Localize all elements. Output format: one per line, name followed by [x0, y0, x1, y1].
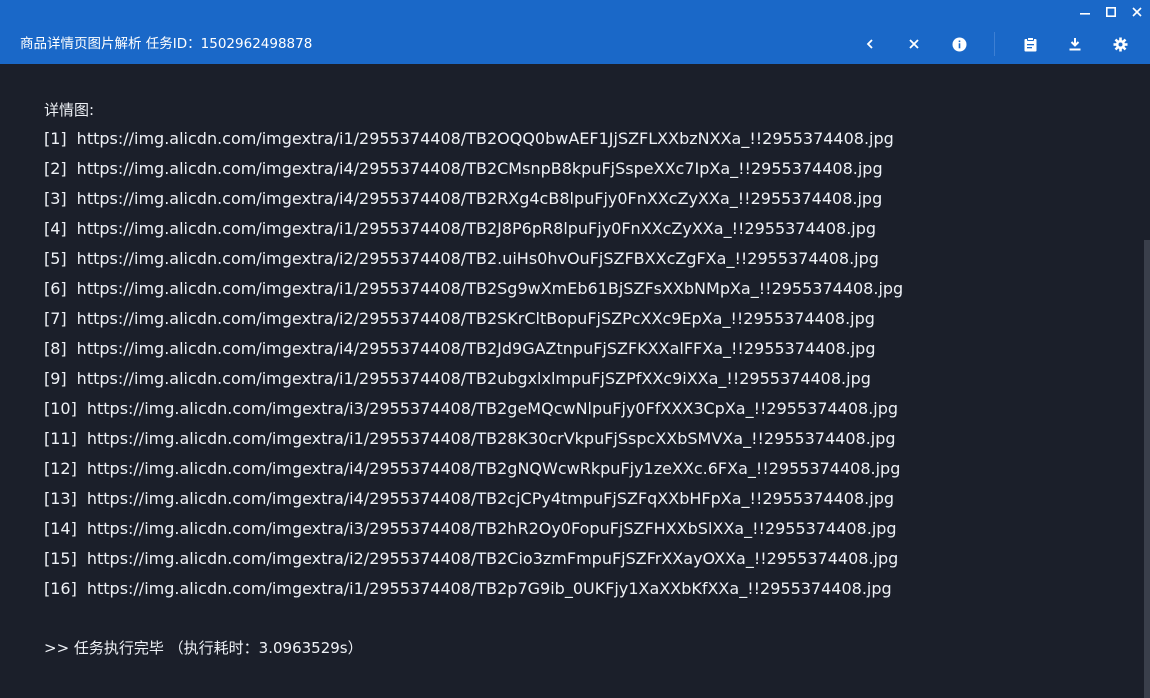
url-list-item: [16] https://img.alicdn.com/imgextra/i1/2…	[44, 574, 1130, 604]
image-url-link[interactable]: https://img.alicdn.com/imgextra/i4/29553…	[87, 454, 901, 484]
minimize-icon[interactable]	[1072, 0, 1098, 24]
window-close-icon[interactable]	[1124, 0, 1150, 24]
url-index: [13]	[44, 489, 77, 508]
url-index: [15]	[44, 549, 77, 568]
url-list-item: [9] https://img.alicdn.com/imgextra/i1/29…	[44, 364, 1130, 394]
url-list-item: [3] https://img.alicdn.com/imgextra/i4/29…	[44, 184, 1130, 214]
url-list-item: [6] https://img.alicdn.com/imgextra/i1/29…	[44, 274, 1130, 304]
window-title: 商品详情页图片解析 任务ID：1502962498878	[20, 36, 313, 52]
image-url-link[interactable]: https://img.alicdn.com/imgextra/i1/29553…	[87, 424, 896, 454]
url-index: [11]	[44, 429, 77, 448]
download-icon[interactable]	[1064, 33, 1086, 55]
gear-icon[interactable]	[1109, 33, 1131, 55]
toolbar-divider	[994, 32, 995, 56]
chevron-left-icon[interactable]	[859, 33, 881, 55]
url-index: [16]	[44, 579, 77, 598]
url-list-item: [8] https://img.alicdn.com/imgextra/i4/29…	[44, 334, 1130, 364]
url-list-item: [2] https://img.alicdn.com/imgextra/i4/29…	[44, 154, 1130, 184]
title-bar: 商品详情页图片解析 任务ID：1502962498878	[0, 0, 1150, 64]
url-list-item: [12] https://img.alicdn.com/imgextra/i4/2…	[44, 454, 1130, 484]
url-index: [2]	[44, 159, 67, 178]
image-url-link[interactable]: https://img.alicdn.com/imgextra/i2/29553…	[87, 544, 898, 574]
url-index: [12]	[44, 459, 77, 478]
image-url-link[interactable]: https://img.alicdn.com/imgextra/i1/29553…	[77, 124, 894, 154]
image-url-link[interactable]: https://img.alicdn.com/imgextra/i1/29553…	[87, 574, 892, 604]
url-index: [4]	[44, 219, 67, 238]
url-list-item: [15] https://img.alicdn.com/imgextra/i2/2…	[44, 544, 1130, 574]
url-index: [3]	[44, 189, 67, 208]
url-list-item: [5] https://img.alicdn.com/imgextra/i2/29…	[44, 244, 1130, 274]
url-list-item: [4] https://img.alicdn.com/imgextra/i1/29…	[44, 214, 1130, 244]
image-url-link[interactable]: https://img.alicdn.com/imgextra/i1/29553…	[77, 274, 904, 304]
url-index: [14]	[44, 519, 77, 538]
url-index: [8]	[44, 339, 67, 358]
image-url-link[interactable]: https://img.alicdn.com/imgextra/i3/29553…	[87, 394, 898, 424]
image-url-link[interactable]: https://img.alicdn.com/imgextra/i4/29553…	[77, 154, 883, 184]
url-list-item: [1] https://img.alicdn.com/imgextra/i1/29…	[44, 124, 1130, 154]
scrollbar-thumb[interactable]	[1144, 240, 1150, 698]
url-list-item: [13] https://img.alicdn.com/imgextra/i4/2…	[44, 484, 1130, 514]
url-index: [1]	[44, 129, 67, 148]
url-list-item: [7] https://img.alicdn.com/imgextra/i2/29…	[44, 304, 1130, 334]
image-url-link[interactable]: https://img.alicdn.com/imgextra/i1/29553…	[77, 214, 876, 244]
image-url-link[interactable]: https://img.alicdn.com/imgextra/i4/29553…	[87, 484, 894, 514]
image-url-link[interactable]: https://img.alicdn.com/imgextra/i3/29553…	[87, 514, 897, 544]
url-index: [9]	[44, 369, 67, 388]
output-panel: 详情图: [1] https://img.alicdn.com/imgextra/…	[44, 96, 1130, 604]
image-url-link[interactable]: https://img.alicdn.com/imgextra/i2/29553…	[77, 304, 875, 334]
image-url-link[interactable]: https://img.alicdn.com/imgextra/i4/29553…	[77, 184, 883, 214]
info-icon[interactable]	[948, 33, 970, 55]
clipboard-icon[interactable]	[1019, 33, 1041, 55]
image-url-link[interactable]: https://img.alicdn.com/imgextra/i4/29553…	[77, 334, 876, 364]
task-complete-message: >> 任务执行完毕 （执行耗时：3.0963529s）	[44, 639, 363, 657]
url-index: [5]	[44, 249, 67, 268]
url-list-item: [10] https://img.alicdn.com/imgextra/i3/2…	[44, 394, 1130, 424]
url-index: [6]	[44, 279, 67, 298]
maximize-icon[interactable]	[1098, 0, 1124, 24]
url-index: [7]	[44, 309, 67, 328]
detail-images-heading: 详情图:	[44, 101, 95, 119]
window-controls	[1072, 0, 1150, 24]
url-list-item: [14] https://img.alicdn.com/imgextra/i3/2…	[44, 514, 1130, 544]
close-icon[interactable]	[903, 33, 925, 55]
image-url-link[interactable]: https://img.alicdn.com/imgextra/i2/29553…	[77, 244, 879, 274]
image-url-link[interactable]: https://img.alicdn.com/imgextra/i1/29553…	[77, 364, 871, 394]
url-list: [1] https://img.alicdn.com/imgextra/i1/29…	[44, 124, 1130, 604]
url-list-item: [11] https://img.alicdn.com/imgextra/i1/2…	[44, 424, 1130, 454]
url-index: [10]	[44, 399, 77, 418]
